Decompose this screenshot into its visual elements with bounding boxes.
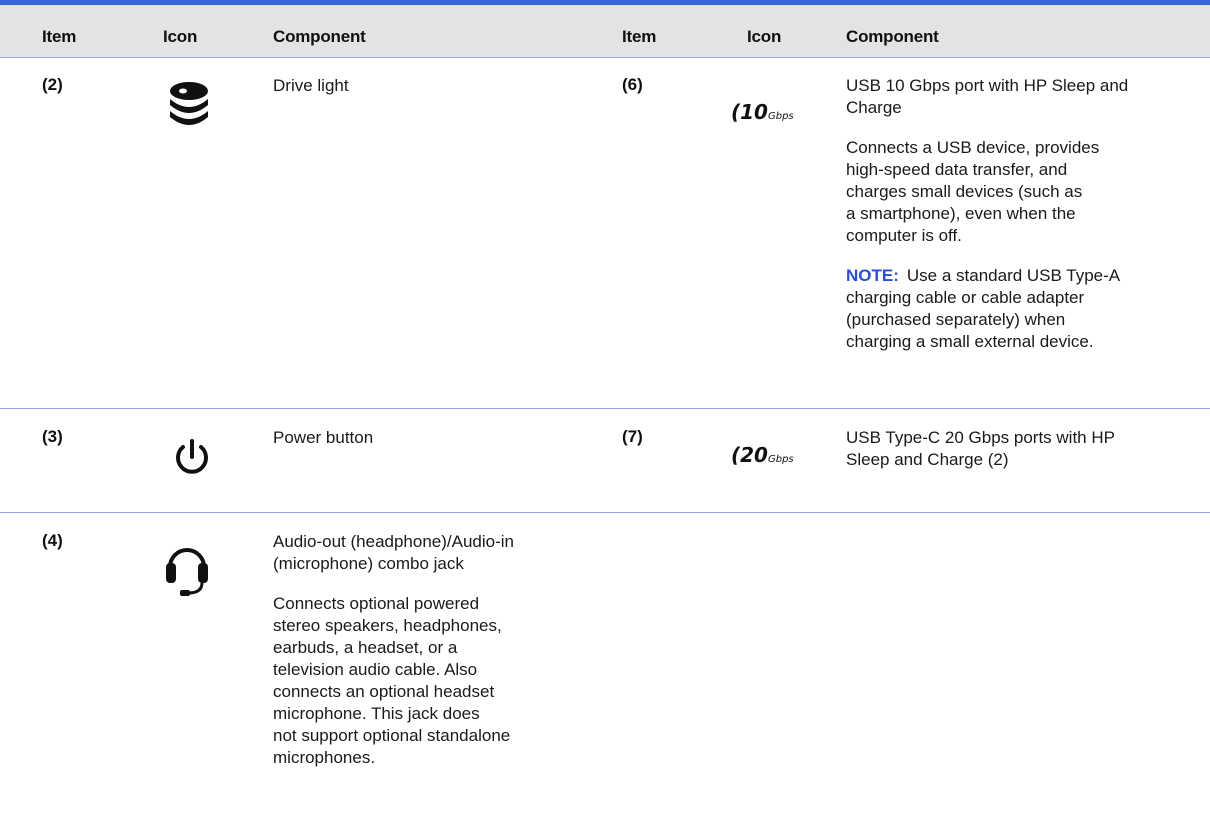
row-divider (0, 408, 1210, 409)
component-title: Audio-out (headphone)/Audio-in (micropho… (273, 532, 515, 573)
row-item-number: (2) (42, 75, 63, 94)
headset-icon (164, 535, 210, 602)
usb-10gbps-icon: (10Gbps (731, 100, 794, 124)
row-item-number: (6) (622, 75, 643, 94)
usb-20gbps-icon: (20Gbps (731, 443, 794, 467)
power-icon (172, 437, 212, 482)
component-cell: Drive light (273, 75, 593, 115)
row-item-number: (3) (42, 427, 63, 446)
table-header: Item Icon Component Item Icon Component (0, 5, 1210, 58)
component-title: Power button (273, 428, 374, 447)
component-cell: USB 10 Gbps port with HP Sleep and Charg… (846, 75, 1196, 353)
drive-light-icon (167, 81, 211, 134)
row-item-number: (7) (622, 427, 643, 446)
header-icon-2: Icon (747, 27, 782, 46)
component-cell: Audio-out (headphone)/Audio-in (micropho… (273, 531, 593, 769)
usb-speed-value: 20 (740, 443, 768, 467)
row-item-number: (4) (42, 531, 63, 550)
component-cell: USB Type-C 20 Gbps ports with HP Sleep a… (846, 427, 1196, 489)
header-icon: Icon (163, 27, 198, 46)
usb-speed-unit: Gbps (767, 111, 794, 122)
usb-speed-unit: Gbps (767, 454, 794, 465)
note-label: NOTE: (846, 266, 899, 285)
component-title: USB 10 Gbps port with HP Sleep and Charg… (846, 76, 1129, 117)
header-component-2: Component (846, 27, 939, 46)
component-description: Connects optional powered stereo speaker… (273, 594, 511, 767)
usb-speed-value: 10 (740, 100, 768, 124)
note: NOTE: Use a standard USB Type-A charging … (846, 265, 1196, 353)
header-component: Component (273, 27, 366, 46)
header-item: Item (42, 27, 77, 46)
row-divider (0, 512, 1210, 513)
component-cell: Power button (273, 427, 593, 467)
component-description: Connects a USB device, provides high-spe… (846, 138, 1100, 245)
component-title: Drive light (273, 76, 349, 95)
component-title: USB Type-C 20 Gbps ports with HP Sleep a… (846, 428, 1115, 469)
header-item-2: Item (622, 27, 657, 46)
